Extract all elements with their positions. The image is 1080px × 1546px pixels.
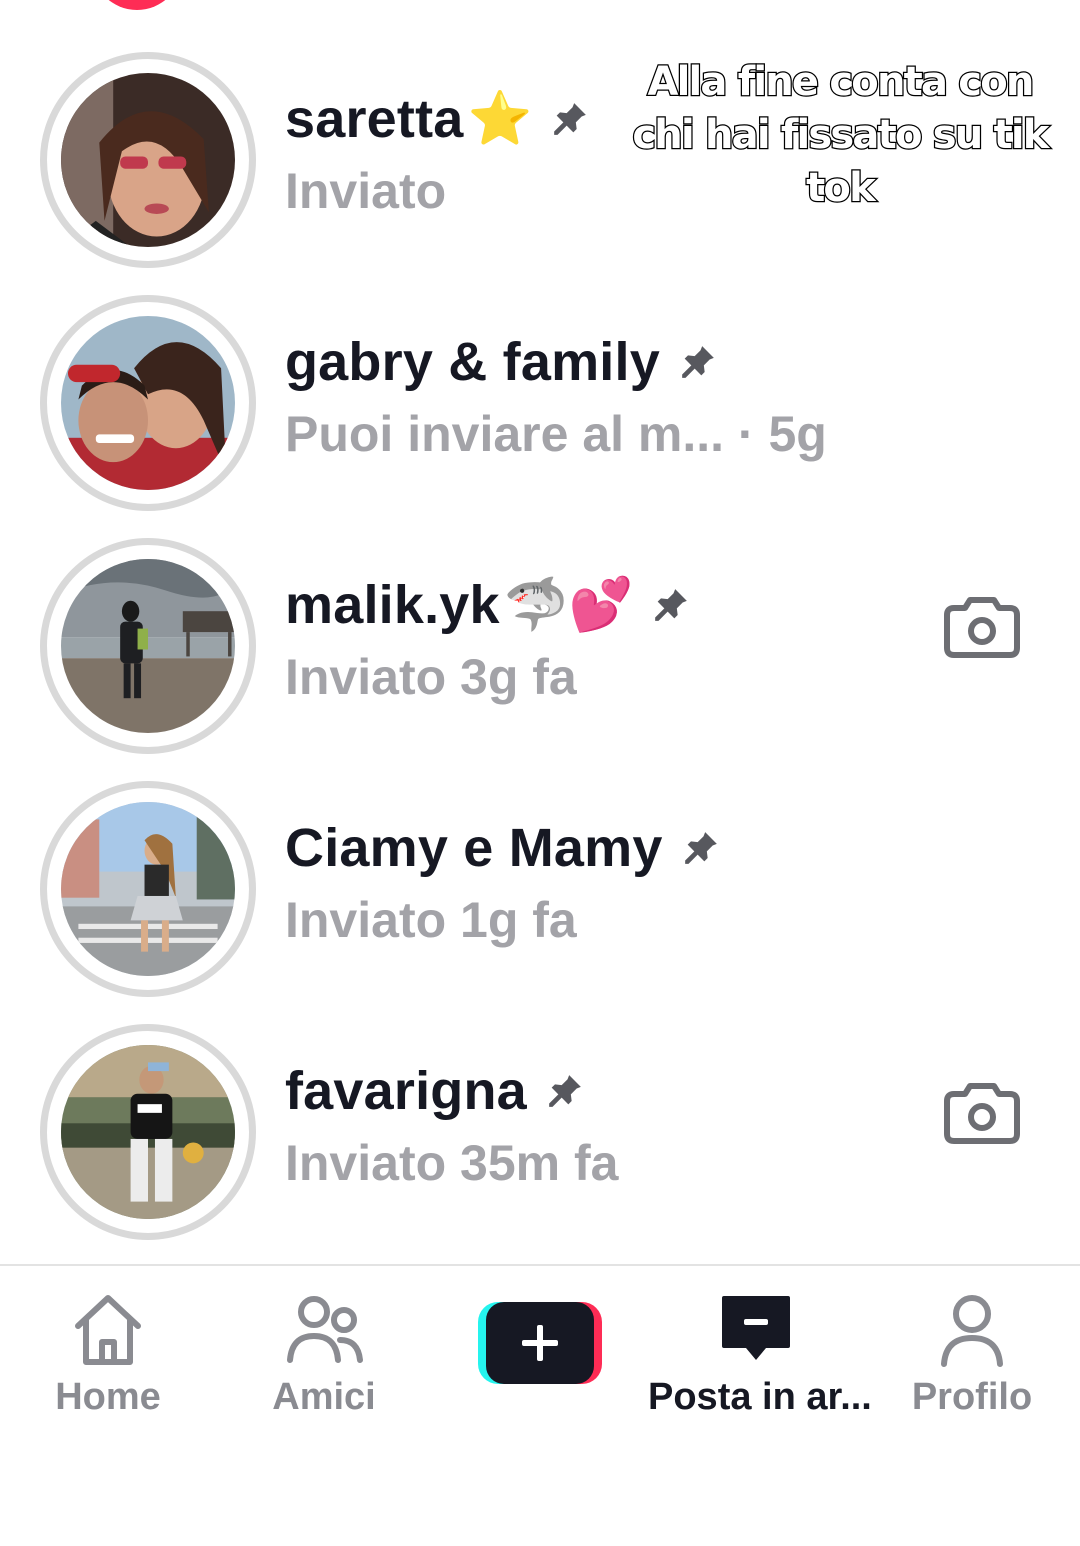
pin-icon: [651, 585, 691, 625]
avatar-photo: [61, 316, 235, 490]
nav-friends[interactable]: Amici: [216, 1284, 432, 1424]
overlay-caption: Alla fine conta con chi hai fissato su t…: [631, 58, 1051, 213]
nav-inbox[interactable]: Posta in ar...: [648, 1284, 872, 1424]
chat-status: Inviato 35m fa: [285, 1135, 619, 1191]
avatar-photo: [61, 73, 235, 247]
chat-row-malik-yk[interactable]: malik.yk 🦈💕 Inviato 3g fa: [0, 526, 1080, 769]
avatar[interactable]: [40, 295, 256, 511]
bottom-nav: Home Amici Posta in ar... Profilo: [0, 1264, 1080, 1546]
shark-hearts-emoji: 🦈💕: [503, 576, 634, 634]
chat-list: saretta ⭐ Inviato gabry & family Puoi in…: [0, 40, 1080, 1255]
chat-name: gabry & family: [285, 332, 660, 392]
top-avatar-fragment: [92, 0, 182, 10]
profile-icon: [930, 1288, 1014, 1372]
nav-home[interactable]: Home: [0, 1284, 216, 1424]
chat-name: saretta: [285, 89, 464, 149]
friends-icon: [282, 1288, 366, 1372]
chat-name: favarigna: [285, 1061, 527, 1121]
pin-icon: [678, 342, 718, 382]
chat-status: Puoi inviare al m... · 5g: [285, 406, 827, 462]
chat-status: Inviato 3g fa: [285, 649, 577, 705]
chat-row-gabry-family[interactable]: gabry & family Puoi inviare al m... · 5g: [0, 283, 1080, 526]
chat-row-favarigna[interactable]: favarigna Inviato 35m fa: [0, 1012, 1080, 1255]
pin-icon: [550, 99, 590, 139]
home-icon: [66, 1288, 150, 1372]
avatar[interactable]: [40, 538, 256, 754]
chat-name: malik.yk: [285, 575, 500, 635]
pin-icon: [545, 1071, 585, 1111]
nav-profile-label: Profilo: [911, 1376, 1033, 1418]
chat-status: Inviato: [285, 163, 447, 219]
plus-icon: [478, 1302, 602, 1384]
nav-inbox-label: Posta in ar...: [648, 1376, 872, 1418]
camera-icon[interactable]: [942, 592, 1022, 660]
pin-icon: [681, 828, 721, 868]
nav-home-label: Home: [55, 1376, 161, 1418]
avatar[interactable]: [40, 781, 256, 997]
create-button[interactable]: [478, 1302, 602, 1384]
inbox-icon: [714, 1288, 798, 1372]
nav-friends-label: Amici: [272, 1376, 376, 1418]
avatar-photo: [61, 559, 235, 733]
avatar[interactable]: [40, 52, 256, 268]
nav-profile[interactable]: Profilo: [864, 1284, 1080, 1424]
chat-row-ciamy-e-mamy[interactable]: Ciamy e Mamy Inviato 1g fa: [0, 769, 1080, 1012]
camera-icon[interactable]: [942, 1078, 1022, 1146]
star-emoji: ⭐: [467, 90, 533, 148]
avatar[interactable]: [40, 1024, 256, 1240]
chat-status: Inviato 1g fa: [285, 892, 577, 948]
avatar-photo: [61, 1045, 235, 1219]
chat-name: Ciamy e Mamy: [285, 818, 663, 878]
avatar-photo: [61, 802, 235, 976]
